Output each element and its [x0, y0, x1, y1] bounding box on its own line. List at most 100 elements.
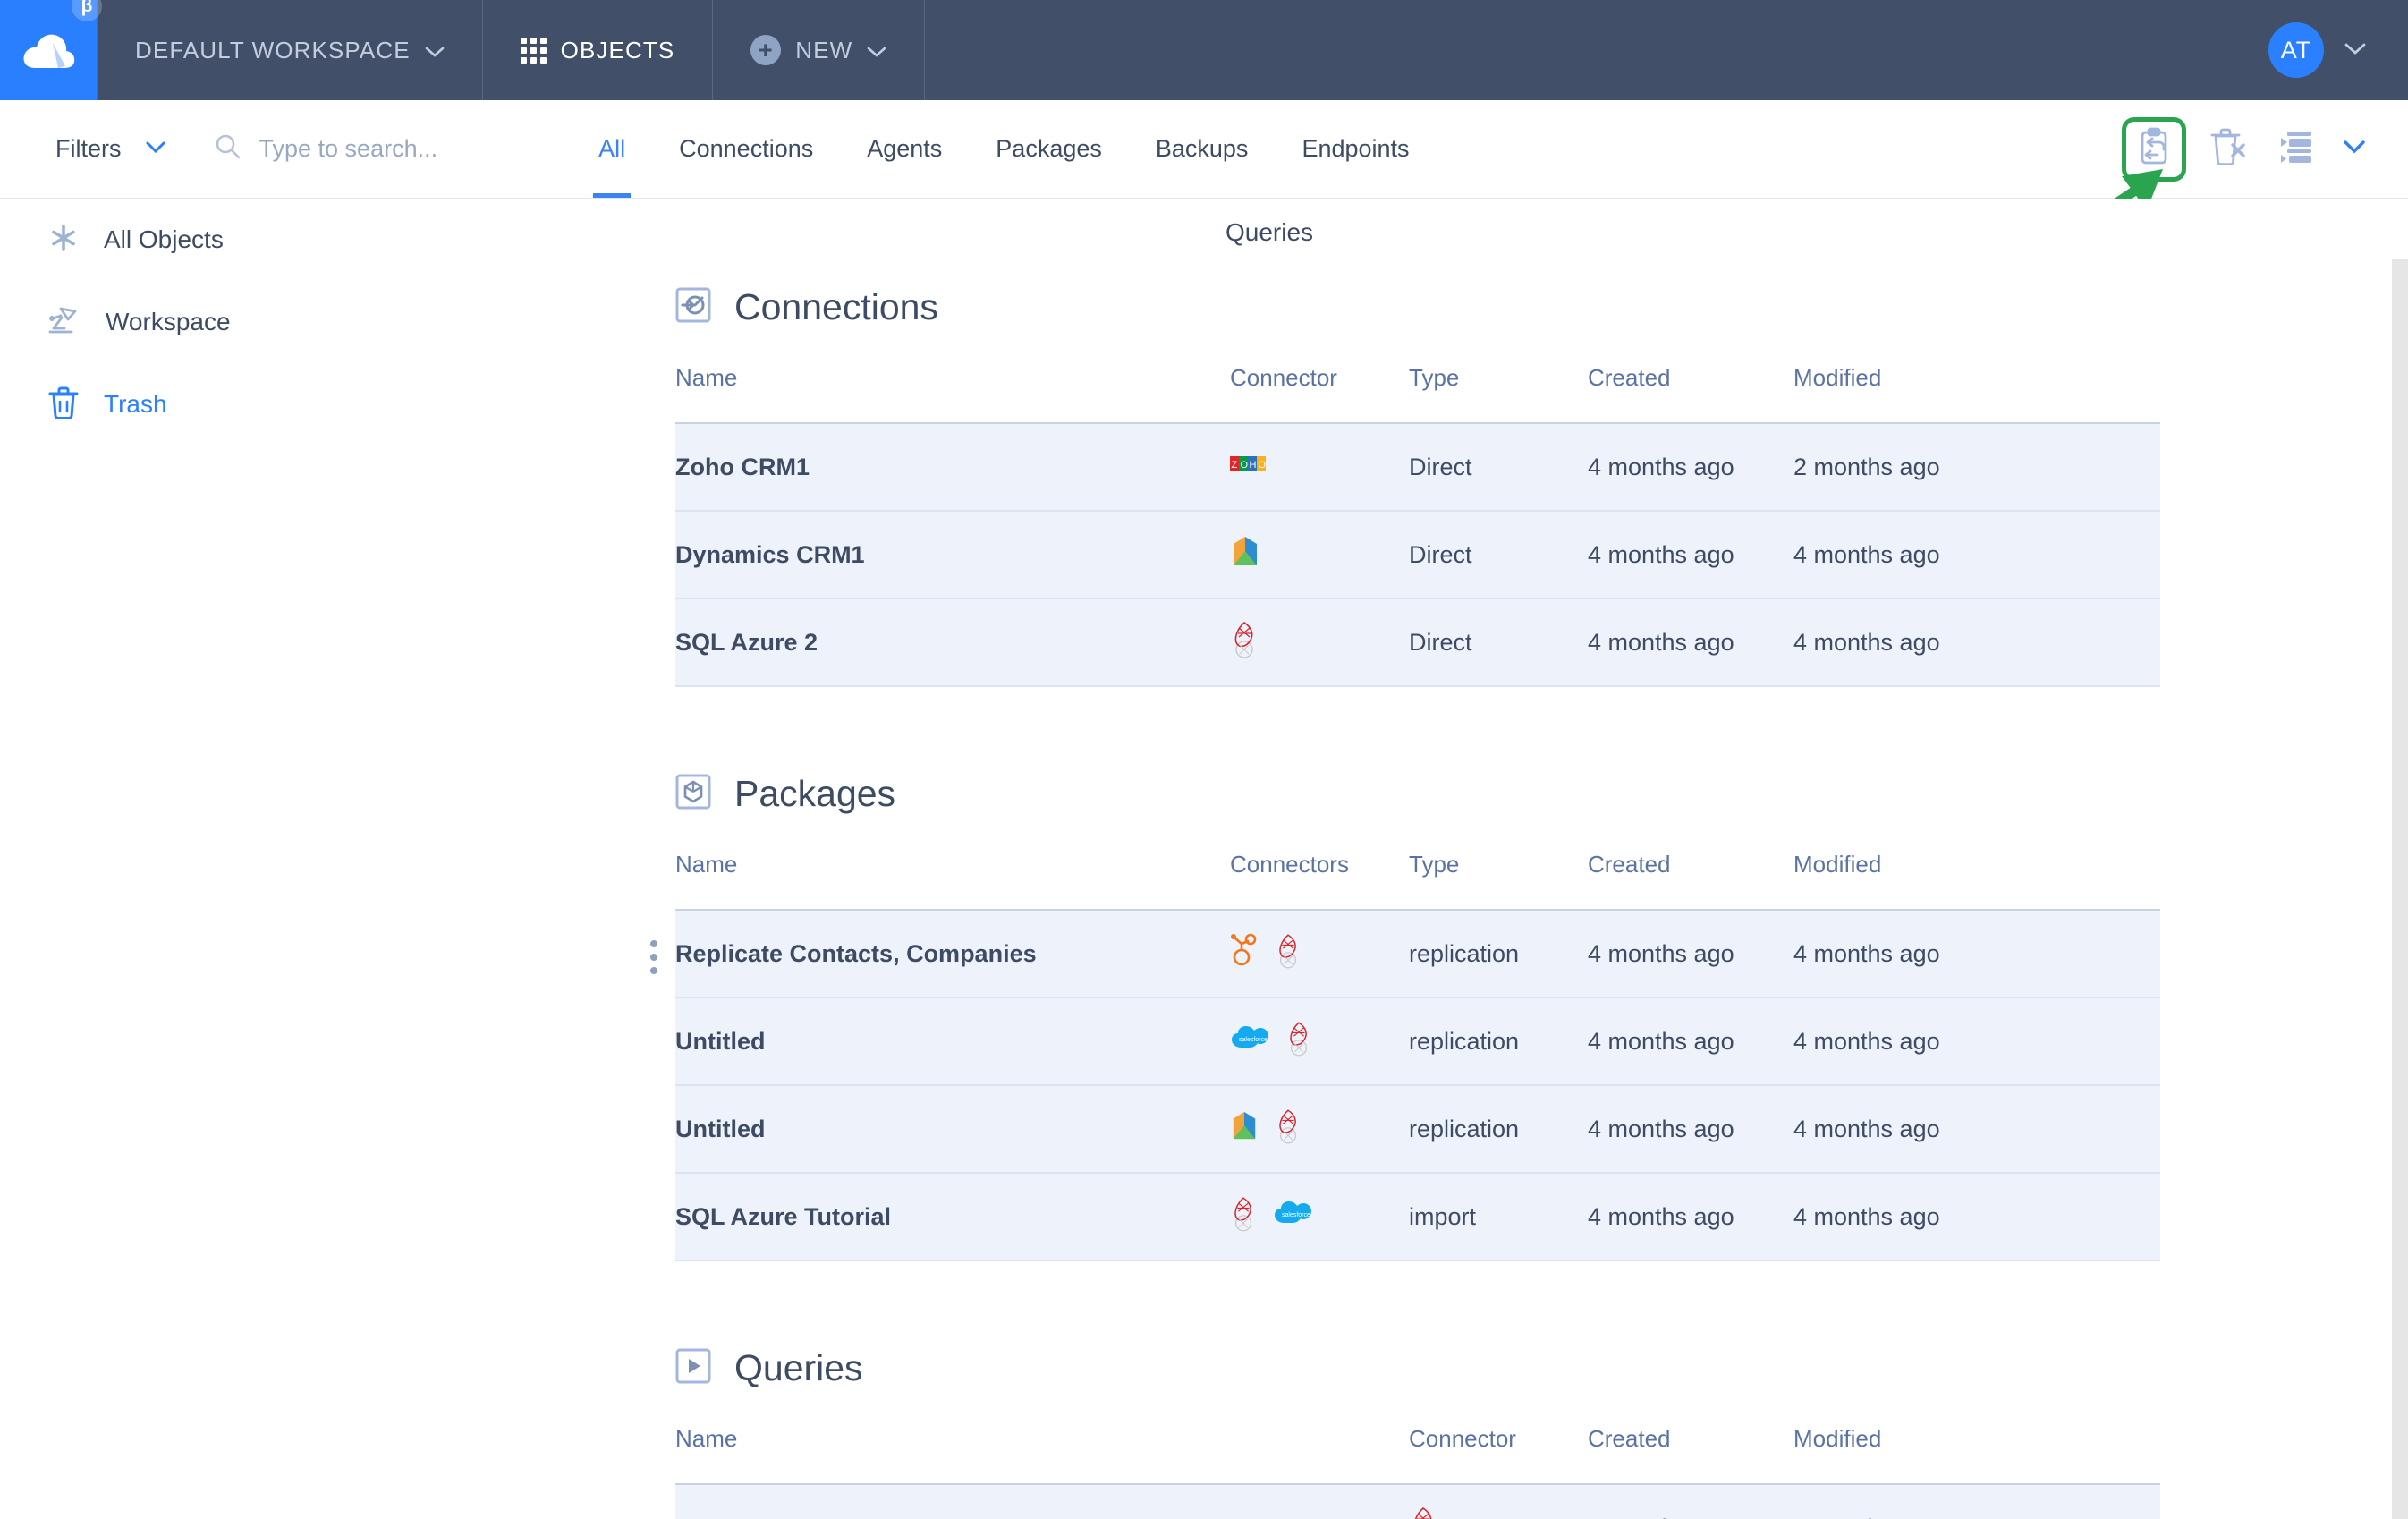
delete-permanently-icon	[2209, 127, 2246, 171]
cell-connector	[1230, 511, 1409, 598]
table-header-row: Name Connectors Type Created Modified	[675, 842, 2160, 910]
filters-dropdown[interactable]: Filters	[55, 135, 166, 163]
tab-connections[interactable]: Connections	[652, 101, 840, 198]
sqlserver-connector-icon	[1409, 1506, 1437, 1519]
sidebar-item-all-objects[interactable]: All Objects	[0, 199, 537, 281]
user-menu[interactable]: AT	[2268, 0, 2408, 100]
delete-permanently-button[interactable]	[2199, 121, 2256, 178]
main-content: Queries Connections Name Connector Type …	[537, 199, 2408, 1519]
section-title: Connections	[734, 286, 938, 327]
top-navigation-bar: β DEFAULT WORKSPACE OBJECTS + NEW AT	[0, 0, 2408, 100]
view-options-dropdown[interactable]	[2342, 139, 2367, 159]
tab-backups[interactable]: Backups	[1129, 101, 1276, 198]
restore-from-trash-button[interactable]	[2122, 116, 2186, 182]
section-queries: Queries Name Connector Created Modified …	[675, 1315, 2160, 1519]
tab-endpoints[interactable]: Endpoints	[1275, 101, 1436, 198]
chevron-down-icon	[2342, 139, 2367, 159]
sidebar-item-trash[interactable]: Trash	[0, 363, 537, 446]
dynamics-connector-icon	[1230, 1109, 1259, 1150]
table-row[interactable]: Untitled salesforce replication 4 months…	[675, 997, 2160, 1085]
connections-table: Name Connector Type Created Modified Zoh…	[675, 355, 2160, 687]
section-header: Queries	[675, 1315, 2160, 1416]
table-row[interactable]: Zoho CRM1 Z O H O Direct 4 months ago 2 …	[675, 423, 2160, 511]
tab-all[interactable]: All	[572, 101, 652, 198]
cell-modified: 4 months ago	[1793, 939, 1940, 967]
cell-created: 4 months ago	[1588, 1115, 1734, 1142]
desk-lamp-icon	[48, 305, 81, 340]
package-icon	[675, 774, 711, 814]
table-row[interactable]: Replicate Contacts, Companies replicatio…	[650, 910, 2160, 997]
cell-connector	[1230, 598, 1409, 686]
column-header-created: Created	[1588, 851, 1671, 878]
group-view-icon	[2277, 129, 2317, 169]
chevron-down-icon	[867, 37, 886, 64]
column-header-created: Created	[1588, 1425, 1671, 1452]
search-input[interactable]: Type to search...	[259, 135, 438, 163]
cell-connectors: salesforce	[1230, 997, 1409, 1085]
vertical-scrollbar[interactable]	[2392, 259, 2408, 1519]
zoho-connector-icon: Z O H O	[1230, 449, 1267, 486]
column-header-type: Type	[1409, 851, 1460, 878]
cell-connectors	[1230, 1085, 1409, 1173]
cell-modified: 4 months ago	[1793, 1027, 1940, 1055]
table-row[interactable]: Untitled replication 4 months ago 4 mont…	[675, 1085, 2160, 1173]
grid-icon	[520, 37, 547, 64]
sidebar-item-workspace[interactable]: Workspace	[0, 281, 537, 363]
cell-type: replication	[1409, 939, 1520, 967]
cell-connector: Z O H O	[1230, 423, 1409, 511]
connection-icon	[675, 287, 711, 327]
row-options-menu[interactable]	[650, 939, 657, 974]
objects-nav-button[interactable]: OBJECTS	[483, 0, 713, 100]
cell-type: Direct	[1409, 540, 1472, 568]
svg-text:salesforce: salesforce	[1239, 1037, 1268, 1043]
cell-type: Direct	[1409, 453, 1472, 480]
column-header-connector: Connector	[1409, 1425, 1516, 1452]
cell-modified: 3 months ago	[1793, 1484, 2160, 1519]
chevron-down-icon	[145, 140, 166, 158]
table-header-row: Name Connector Created Modified	[675, 1416, 2160, 1484]
sidebar-item-label: All Objects	[104, 225, 224, 253]
column-header-name: Name	[675, 1425, 738, 1452]
cell-name: Replicate Contacts, Companies	[650, 910, 1230, 997]
dynamics-connector-icon	[1230, 535, 1260, 575]
column-header-name: Name	[675, 851, 738, 878]
section-header: Connections	[675, 254, 2160, 355]
salesforce-connector-icon: salesforce	[1230, 1024, 1269, 1059]
tab-label: Connections	[679, 135, 814, 162]
new-menu-button[interactable]: + NEW	[713, 0, 924, 100]
table-row[interactable]: SQL Azure 2 Direct 4 months ago 4 months…	[675, 598, 2160, 686]
cell-type: replication	[1409, 1027, 1520, 1055]
column-header-connectors: Connectors	[1230, 851, 1349, 878]
sqlserver-connector-icon	[1285, 1020, 1312, 1064]
table-row[interactable]: SQL Azure Tutorial salesforce import 4 m…	[675, 1173, 2160, 1260]
search-box[interactable]: Type to search...	[215, 133, 438, 165]
tab-packages[interactable]: Packages	[969, 101, 1129, 198]
group-view-button[interactable]	[2268, 121, 2326, 178]
filters-label: Filters	[55, 135, 122, 162]
cloud-logo-icon	[21, 27, 76, 73]
column-header-modified: Modified	[1793, 364, 1882, 391]
app-logo[interactable]: β	[0, 0, 102, 100]
table-row[interactable]: Dynamics CRM1 Direct 4 months ago 4 mont…	[675, 511, 2160, 598]
chevron-down-icon	[425, 37, 445, 64]
section-title: Packages	[734, 773, 896, 814]
tab-label: Endpoints	[1302, 135, 1410, 162]
column-header-created: Created	[1588, 364, 1671, 391]
sqlserver-connector-icon	[1230, 1195, 1257, 1239]
cell-modified: 2 months ago	[1793, 453, 1940, 480]
cell-created: 4 months ago	[1588, 1027, 1734, 1055]
restore-from-trash-icon	[2136, 127, 2172, 171]
cell-connector	[1409, 1484, 1588, 1519]
hubspot-connector-icon	[1230, 933, 1259, 975]
trash-icon	[48, 386, 79, 423]
table-row[interactable]: SQL_Import 4 months ago 3 months a	[675, 1484, 2160, 1519]
toolbar-actions	[2122, 116, 2408, 182]
search-icon	[215, 133, 242, 165]
workspace-selector[interactable]: DEFAULT WORKSPACE	[98, 0, 482, 100]
tab-agents[interactable]: Agents	[840, 101, 969, 198]
packages-table: Name Connectors Type Created Modified Re…	[650, 842, 2160, 1261]
svg-text:salesforce: salesforce	[1282, 1212, 1310, 1218]
sidebar: All Objects Workspace Trash	[0, 199, 537, 1519]
